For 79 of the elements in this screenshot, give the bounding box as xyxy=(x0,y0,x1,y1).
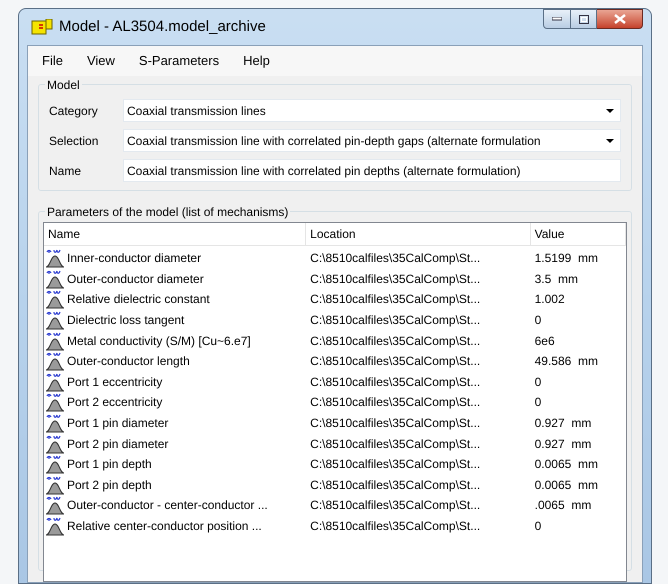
parameter-name: Port 2 pin diameter xyxy=(67,436,168,453)
bell-curve-icon xyxy=(45,372,65,392)
parameter-name: Metal conductivity (S/M) [Cu~6.e7] xyxy=(67,332,251,350)
parameter-location: C:\8510calfiles\35CalComp\St... xyxy=(310,457,480,472)
parameter-value: 0.0065 mm xyxy=(534,478,598,492)
parameter-location: C:\8510calfiles\35CalComp\St... xyxy=(310,416,480,430)
maximize-button[interactable] xyxy=(571,9,597,29)
field-label: Category xyxy=(49,102,99,120)
menu-item[interactable]: Help xyxy=(233,49,280,73)
parameter-name: Outer-conductor - center-conductor ... xyxy=(67,497,268,514)
parameter-name: Relative center-conductor position ... xyxy=(67,518,262,536)
bell-curve-icon xyxy=(45,289,65,310)
field-label: Selection xyxy=(49,132,100,150)
dropdown-arrow-icon xyxy=(606,108,614,112)
parameter-value: 6e6 xyxy=(534,334,555,348)
parameter-name: Outer-conductor diameter xyxy=(67,270,204,288)
parameter-name: Outer-conductor length xyxy=(67,353,190,370)
parameter-location: C:\8510calfiles\35CalComp\St... xyxy=(310,272,480,286)
menu-item[interactable]: File xyxy=(32,49,73,73)
parameter-value: 0 xyxy=(534,519,542,534)
bell-curve-icon xyxy=(45,495,65,516)
bell-curve-icon xyxy=(45,434,65,454)
parameter-value: 1.002 xyxy=(534,292,565,306)
bell-curve-icon xyxy=(45,248,65,268)
bell-curve-icon xyxy=(45,392,65,412)
parameter-location: C:\8510calfiles\35CalComp\St... xyxy=(310,498,480,512)
parameter-value: 0 xyxy=(534,374,542,389)
column-header[interactable]: Location xyxy=(306,223,531,245)
parameter-location: C:\8510calfiles\35CalComp\St... xyxy=(310,354,480,368)
parameter-location: C:\8510calfiles\35CalComp\St... xyxy=(310,251,480,266)
bell-curve-icon xyxy=(45,516,65,536)
parameter-location: C:\8510calfiles\35CalComp\St... xyxy=(310,436,480,451)
minimize-button[interactable] xyxy=(543,9,571,29)
bell-curve-icon xyxy=(45,474,65,495)
parameter-value: 0.927 mm xyxy=(534,416,592,430)
dropdown[interactable]: Coaxial transmission lines xyxy=(123,99,621,122)
parameter-location: C:\8510calfiles\35CalComp\St... xyxy=(310,374,480,389)
close-icon xyxy=(614,14,626,24)
bell-curve-icon xyxy=(45,413,65,434)
bell-curve-icon xyxy=(45,330,65,351)
parameter-name: Port 1 pin depth xyxy=(67,456,152,474)
dropdown[interactable]: Coaxial transmission line with correlated pin-depth gaps (alternate formulation xyxy=(123,129,621,152)
parameter-value: 1.5199 mm xyxy=(534,251,598,266)
bell-curve-icon xyxy=(45,351,65,372)
parameter-name: Inner-conductor diameter xyxy=(67,250,202,268)
parameter-name: Port 2 eccentricity xyxy=(67,394,162,412)
parameter-value: 0 xyxy=(534,313,542,328)
column-header[interactable]: Value xyxy=(530,223,626,245)
field-label: Name xyxy=(49,162,82,180)
parameter-value: 0.927 mm xyxy=(534,436,592,451)
parameter-name: Dielectric loss tangent xyxy=(67,312,184,330)
parameter-name: Port 1 pin diameter xyxy=(67,415,168,432)
parameter-value: .0065 mm xyxy=(534,498,592,512)
parameter-name: Port 1 eccentricity xyxy=(67,374,162,391)
parameter-name: Port 2 pin depth xyxy=(67,476,152,494)
parameter-location: C:\8510calfiles\35CalComp\St... xyxy=(310,334,480,348)
parameter-location: C:\8510calfiles\35CalComp\St... xyxy=(310,478,480,492)
bell-curve-icon xyxy=(45,268,65,289)
column-header[interactable]: Name xyxy=(44,223,306,245)
parameter-value: 0.0065 mm xyxy=(534,457,598,472)
parameter-location: C:\8510calfiles\35CalComp\St... xyxy=(310,395,480,410)
parameter-value: 3.5 mm xyxy=(534,272,578,286)
menu-item[interactable]: S-Parameters xyxy=(128,49,230,73)
app-icon xyxy=(31,19,53,35)
close-button[interactable] xyxy=(597,9,643,29)
menu-item[interactable]: View xyxy=(76,49,125,73)
parameter-name: Relative dielectric constant xyxy=(67,291,210,308)
parameter-location: C:\8510calfiles\35CalComp\St... xyxy=(310,313,480,328)
maximize-icon xyxy=(578,14,588,24)
minimize-icon xyxy=(552,17,562,21)
parameter-value: 49.586 mm xyxy=(534,354,598,368)
parameter-location: C:\8510calfiles\35CalComp\St... xyxy=(310,292,480,306)
bell-curve-icon xyxy=(45,454,65,474)
bell-curve-icon xyxy=(45,310,65,330)
parameter-location: C:\8510calfiles\35CalComp\St... xyxy=(310,519,480,534)
window-title: Model - AL3504.model_archive xyxy=(59,16,266,37)
parameter-value: 0 xyxy=(534,395,542,410)
dropdown-arrow-icon xyxy=(606,138,614,142)
text-field[interactable]: Coaxial transmission line with correlated pin depths (alternate formulation) xyxy=(123,159,621,182)
